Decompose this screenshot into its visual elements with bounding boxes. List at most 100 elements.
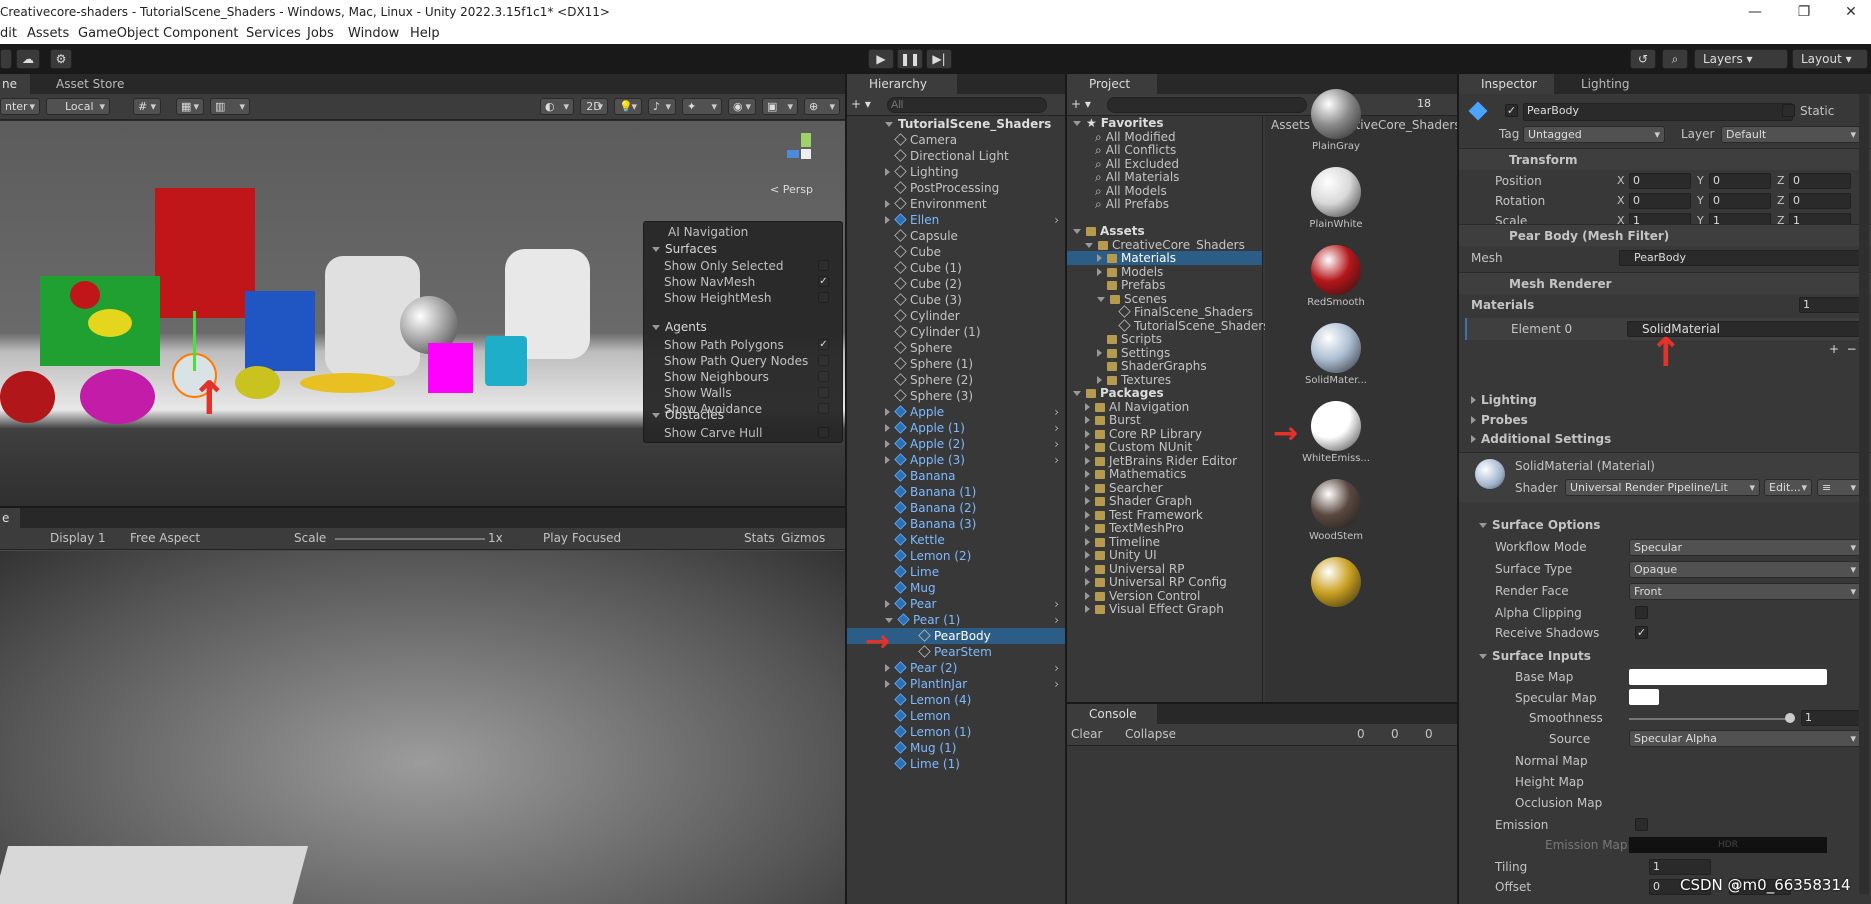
overlay-option-checkbox[interactable] — [818, 292, 829, 303]
project-tree-item[interactable]: ⌕ All Models — [1067, 184, 1262, 198]
expanded-arrow-icon[interactable] — [1073, 391, 1081, 396]
foldout-arrow-icon[interactable] — [1085, 605, 1090, 613]
overlay-option[interactable]: Show Neighbours — [664, 370, 834, 386]
source-dropdown[interactable]: Specular Alpha — [1629, 730, 1861, 747]
hierarchy-item[interactable]: Cylinder (1) — [847, 324, 1065, 340]
overlay-surfaces-header[interactable]: Surfaces — [652, 242, 717, 256]
hierarchy-item[interactable]: Apple (1) › — [847, 420, 1065, 436]
maximize-button[interactable]: ❐ — [1784, 2, 1824, 22]
increment-snap-icon[interactable]: ▥ — [210, 98, 250, 115]
account-button[interactable] — [0, 49, 12, 69]
foldout-arrow-icon[interactable] — [885, 456, 890, 464]
alpha-clipping-checkbox[interactable] — [1635, 606, 1648, 619]
mesh-filter-header[interactable]: Pear Body (Mesh Filter) — [1459, 224, 1871, 246]
project-tree-item[interactable]: ★ Favorites — [1067, 116, 1262, 130]
project-tree-item[interactable]: Prefabs — [1067, 278, 1262, 292]
materials-count-field[interactable]: 1 — [1799, 297, 1861, 313]
material-asset[interactable]: SolidMater... — [1265, 315, 1405, 391]
project-tree-item[interactable]: Settings — [1067, 346, 1262, 360]
project-tree-item[interactable]: ShaderGraphs — [1067, 359, 1262, 373]
expanded-arrow-icon[interactable] — [885, 618, 893, 623]
hierarchy-item[interactable]: Sphere (3) — [847, 388, 1065, 404]
project-tree-item[interactable]: Custom NUnit — [1067, 440, 1262, 454]
project-tree-item[interactable]: Assets — [1067, 224, 1262, 238]
transform-y-field[interactable]: 0 — [1709, 193, 1771, 209]
project-tree-item[interactable]: JetBrains Rider Editor — [1067, 454, 1262, 468]
scale-slider[interactable] — [335, 538, 485, 540]
occlusion-map-label[interactable]: Occlusion Map — [1515, 796, 1602, 810]
gizmos-toggle-icon[interactable]: ⊕ — [804, 98, 840, 115]
project-tree-item[interactable]: ⌕ All Materials — [1067, 170, 1262, 184]
hierarchy-item[interactable]: Banana — [847, 468, 1065, 484]
foldout-arrow-icon[interactable] — [1085, 551, 1090, 559]
surface-option-dropdown[interactable]: Front — [1629, 583, 1861, 600]
overlay-option-checkbox[interactable]: ✓ — [818, 339, 829, 350]
overlay-option[interactable]: Show Carve Hull — [664, 426, 834, 442]
project-tree-item[interactable]: Universal RP Config — [1067, 575, 1262, 589]
menu-services[interactable]: Services — [246, 26, 301, 41]
camera-settings-icon[interactable]: ▣ — [762, 98, 798, 115]
grid-icon[interactable]: ▦ — [176, 98, 204, 115]
project-tree-item[interactable]: CreativeCore_Shaders — [1067, 238, 1262, 252]
hierarchy-item[interactable]: Cube (3) — [847, 292, 1065, 308]
project-tree-item[interactable]: Version Control — [1067, 589, 1262, 603]
hierarchy-item[interactable]: Lighting — [847, 164, 1065, 180]
material-asset[interactable]: WoodStem — [1265, 471, 1405, 547]
project-tree-item[interactable]: Materials — [1067, 251, 1262, 265]
overlay-option-checkbox[interactable] — [818, 387, 829, 398]
foldout-arrow-icon[interactable] — [885, 168, 890, 176]
hierarchy-item[interactable]: Environment — [847, 196, 1065, 212]
material-asset[interactable]: RedSmooth — [1265, 237, 1405, 313]
material-asset[interactable]: PlainWhite — [1265, 159, 1405, 235]
step-button[interactable]: ▶| — [926, 49, 952, 69]
overlay-agents-header[interactable]: Agents — [652, 320, 707, 334]
overlay-option-checkbox[interactable] — [818, 355, 829, 366]
console-warning-count[interactable]: 0 — [1391, 727, 1399, 741]
overlay-option[interactable]: Show Walls — [664, 386, 834, 402]
persp-label[interactable]: < Persp — [770, 183, 813, 196]
prefab-open-icon[interactable]: › — [1054, 596, 1059, 612]
prefab-open-icon[interactable]: › — [1054, 660, 1059, 676]
project-tree-item[interactable]: Models — [1067, 265, 1262, 279]
prefab-open-icon[interactable]: › — [1054, 676, 1059, 692]
base-map-label[interactable]: Base Map — [1515, 670, 1573, 684]
overlay-option[interactable]: Show Path Polygons ✓ — [664, 338, 834, 354]
hierarchy-item[interactable]: Lemon (1) — [847, 724, 1065, 740]
emission-hdr-color[interactable]: HDR — [1629, 837, 1827, 853]
foldout-arrow-icon[interactable] — [1097, 267, 1102, 276]
project-tree-item[interactable]: ⌕ All Prefabs — [1067, 197, 1262, 211]
surface-inputs-foldout[interactable]: Surface Inputs — [1479, 649, 1591, 663]
emission-checkbox[interactable] — [1635, 818, 1648, 831]
tab-inspector[interactable]: Inspector — [1459, 74, 1554, 94]
probes-foldout[interactable]: Probes — [1471, 413, 1528, 427]
foldout-arrow-icon[interactable] — [885, 664, 890, 672]
layers-dropdown[interactable]: Layers ▾ — [1694, 49, 1788, 69]
display-dropdown[interactable]: Display 1 — [50, 531, 106, 545]
hierarchy-item[interactable]: Lemon (2) — [847, 548, 1065, 564]
tiling-x-field[interactable]: 1 — [1649, 859, 1711, 875]
transform-z-field[interactable]: 0 — [1789, 193, 1851, 209]
project-tree-item[interactable]: FinalScene_Shaders — [1067, 305, 1262, 319]
hierarchy-item[interactable]: Pear › — [847, 596, 1065, 612]
hierarchy-item[interactable]: Lemon — [847, 708, 1065, 724]
layer-dropdown[interactable]: Default — [1721, 126, 1861, 143]
smoothness-field[interactable]: 1 — [1801, 710, 1861, 726]
space-dropdown[interactable]: Local — [46, 98, 110, 115]
audio-toggle-icon[interactable]: ♪ — [648, 98, 676, 115]
overlay-obstacles-header[interactable]: Obstacles — [652, 408, 724, 422]
effects-toggle-icon[interactable]: ✦ — [682, 98, 722, 115]
tab-asset-store[interactable]: Asset Store — [34, 74, 134, 94]
tab-project[interactable]: Project — [1067, 74, 1157, 94]
foldout-arrow-icon[interactable] — [1085, 524, 1090, 532]
foldout-arrow-icon[interactable] — [1085, 483, 1090, 492]
minimize-button[interactable]: — — [1735, 2, 1775, 22]
foldout-arrow-icon[interactable] — [885, 216, 890, 224]
orientation-gizmo[interactable] — [787, 133, 827, 181]
hierarchy-search-input[interactable] — [887, 97, 1047, 113]
foldout-arrow-icon[interactable] — [1085, 456, 1090, 465]
console-error-count[interactable]: 0 — [1425, 727, 1433, 741]
hidden-packages-count[interactable]: 18 — [1417, 97, 1431, 110]
add-icon[interactable]: + ▾ — [851, 97, 871, 111]
foldout-arrow-icon[interactable] — [1085, 429, 1090, 438]
overlay-option-checkbox[interactable] — [818, 371, 829, 382]
